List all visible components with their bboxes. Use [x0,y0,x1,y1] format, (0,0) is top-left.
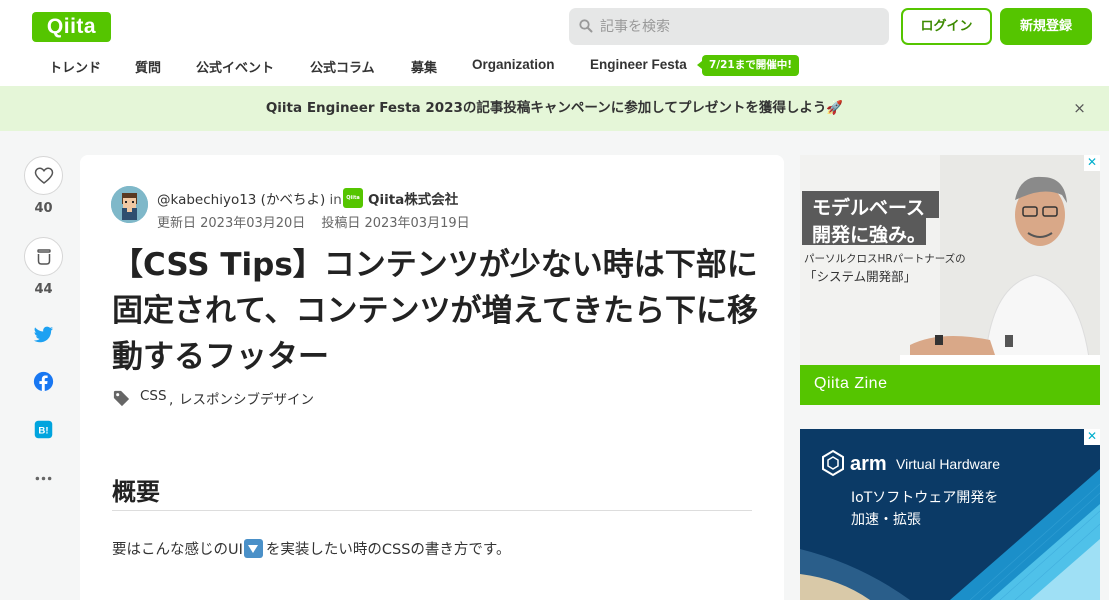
nav-organization[interactable]: Organization [472,57,555,72]
festa-badge: 7/21まで開催中! [697,55,799,76]
heading-divider [112,510,752,511]
posted-date: 投稿日 2023年03月19日 [321,216,470,231]
article-dates: 更新日 2023年03月20日 投稿日 2023年03月19日 [157,212,486,231]
like-button[interactable] [24,156,63,195]
ad2-product: Virtual Hardware [896,456,1001,472]
search-icon [579,19,593,33]
organization-logo[interactable]: Qiita [343,188,363,208]
ad1-subtext-2: 「システム開発部」 [804,269,917,284]
nav-recruit[interactable]: 募集 [411,57,437,76]
stock-icon [37,249,51,265]
author-avatar[interactable] [111,186,148,223]
login-button[interactable]: ログイン [901,8,992,45]
organization-name[interactable]: Qiita株式会社 [368,188,458,208]
ad2-headline-1: IoTソフトウェア開発を [851,490,999,506]
ad-close-icon[interactable]: ✕ [1084,429,1100,445]
search-input[interactable] [600,8,880,45]
tag-responsive-design[interactable]: レスポンシブデザイン [179,388,314,408]
article-title: 【CSS Tips】コンテンツが少ない時は下部に固定されて、コンテンツが増えてき… [112,247,759,375]
nav-questions[interactable]: 質問 [135,57,161,76]
campaign-banner: Qiita Engineer Festa 2023の記事投稿キャンペーンに参加し… [0,86,1109,131]
hatena-bookmark-icon[interactable]: B! [33,419,54,440]
tag-separator: , [169,392,174,408]
close-icon[interactable]: × [1071,100,1088,117]
in-text: in [329,192,342,208]
tag-icon [113,390,130,407]
site-header: Qiita ログイン 新規登録 トレンド 質問 公式イベント 公式コラム 募集 … [0,0,1109,86]
signup-button[interactable]: 新規登録 [1000,8,1092,45]
ad1-subtext-1: パーソルクロスHRパートナーズの [804,253,966,265]
facebook-icon[interactable] [33,371,54,392]
like-count: 40 [34,201,53,216]
paragraph-text-start: 要はこんな感じのUI [112,542,243,558]
ad1-headline-1: モデルベース [812,197,926,219]
ad2-headline-2: 加速・拡張 [851,512,921,528]
section-heading: 概要 [112,478,160,506]
paragraph-text-end: を実装したい時のCSSの書き方です。 [265,542,511,558]
qiita-logo[interactable]: Qiita [32,12,111,42]
author-line: @kabechiyo13 (かべちよ) in [157,188,342,208]
tag-css[interactable]: CSS [140,388,167,404]
nav-engineer-festa[interactable]: Engineer Festa [590,57,687,72]
search-box[interactable] [569,8,889,45]
ad1-brand: Qiita Zine [814,375,888,392]
nav-official-column[interactable]: 公式コラム [310,57,375,76]
nav-trend[interactable]: トレンド [49,57,101,76]
advertisement-arm[interactable]: arm Virtual Hardware IoTソフトウェア開発を 加速・拡張 … [800,429,1100,600]
banner-text[interactable]: Qiita Engineer Festa 2023の記事投稿キャンペーンに参加し… [0,86,1109,131]
stock-button[interactable] [24,237,63,276]
advertisement-qiita-zine[interactable]: モデルベース 開発に強み。 パーソルクロスHRパートナーズの 「システム開発部」… [800,155,1100,405]
article-paragraph: 要はこんな感じのUI を実装したい時のCSSの書き方です。 [112,538,510,559]
ad-close-icon[interactable]: ✕ [1084,155,1100,171]
heart-icon [34,167,54,184]
svg-text:B!: B! [38,425,48,436]
ad2-brand: arm [850,453,887,475]
nav-official-events[interactable]: 公式イベント [196,57,274,76]
down-arrow-icon [243,539,263,558]
updated-date: 更新日 2023年03月20日 [157,216,306,231]
more-icon[interactable] [33,468,54,489]
author-name[interactable]: @kabechiyo13 (かべちよ) [157,192,325,208]
stock-count: 44 [34,282,53,297]
ad1-headline-2: 開発に強み。 [812,224,927,246]
twitter-icon[interactable] [33,324,54,345]
ad2-image [800,429,1100,600]
